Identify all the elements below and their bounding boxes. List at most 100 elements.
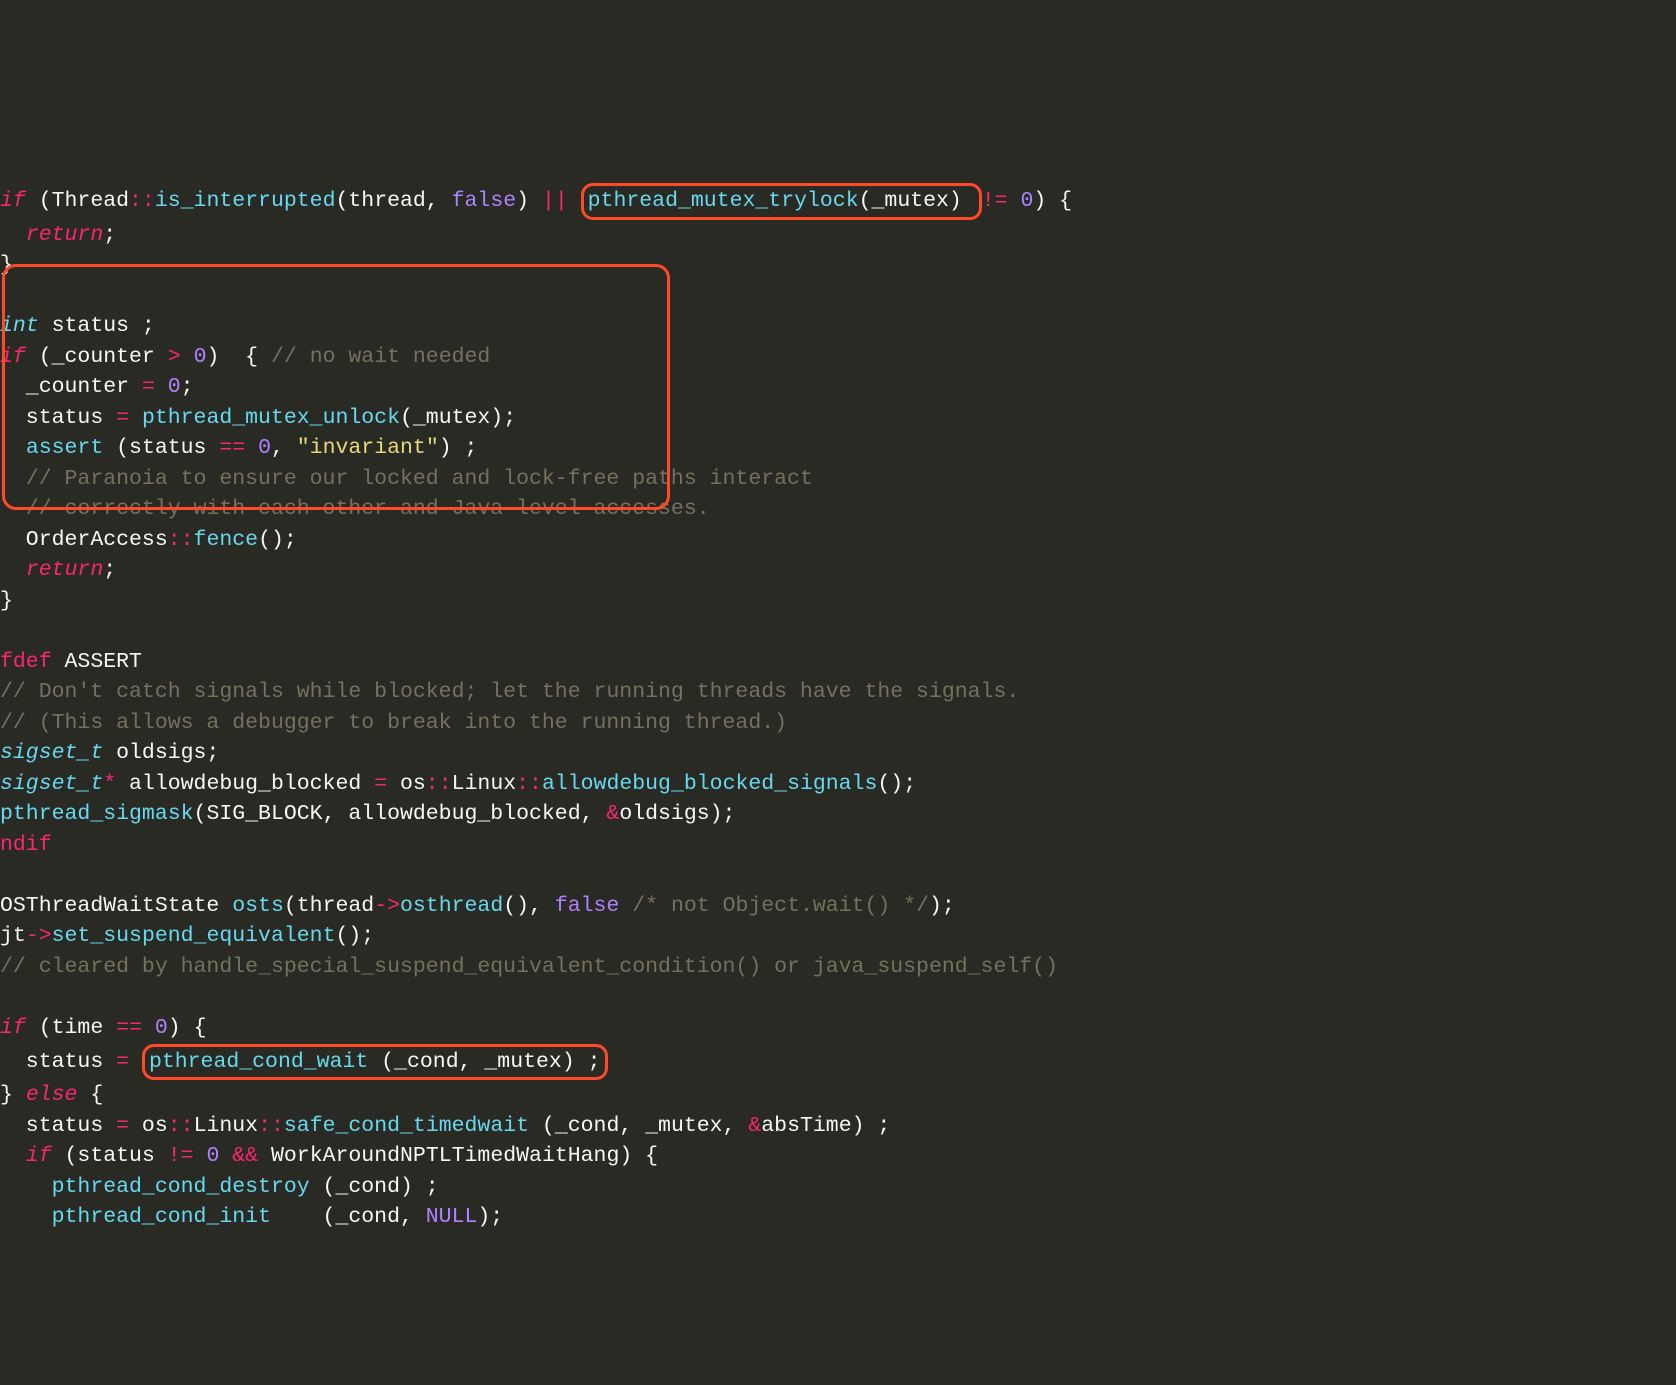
fn-call: pthread_cond_destroy	[52, 1175, 310, 1199]
kw-if: if	[0, 189, 26, 213]
code-text: )	[516, 189, 542, 213]
op: ->	[26, 924, 52, 948]
op: ==	[116, 1016, 142, 1040]
code-text: (SIG_BLOCK, allowdebug_blocked,	[194, 802, 607, 826]
code-editor-view: if (Thread::is_interrupted(thread, false…	[0, 122, 1676, 1233]
code-text: (_cond,	[271, 1205, 426, 1229]
fn-call: allowdebug_blocked_signals	[542, 772, 877, 796]
code-text: ();	[258, 528, 297, 552]
fn-call: pthread_cond_init	[52, 1205, 271, 1229]
kw-if: if	[0, 1016, 26, 1040]
code-text: jt	[0, 924, 26, 948]
code-text	[619, 894, 632, 918]
op: ->	[374, 894, 400, 918]
fn-call: set_suspend_equivalent	[52, 924, 336, 948]
code-text	[0, 1175, 52, 1199]
code-text: (_cond, _mutex) ;	[368, 1050, 600, 1074]
code-text: ();	[335, 924, 374, 948]
code-text: }	[0, 589, 13, 613]
kw-if: if	[26, 1144, 52, 1168]
op: ::	[168, 1114, 194, 1138]
kw-else: else	[26, 1083, 78, 1107]
code-text: (thread	[284, 894, 374, 918]
kw-return: return	[26, 558, 103, 582]
code-text: status	[0, 1114, 116, 1138]
code-text	[0, 558, 26, 582]
fn-call: pthread_sigmask	[0, 802, 194, 826]
op: ::	[168, 528, 194, 552]
num: 0	[206, 1144, 219, 1168]
num: 0	[155, 1016, 168, 1040]
fn-call: is_interrupted	[155, 189, 336, 213]
op: ::	[129, 189, 155, 213]
code-text: (_cond, _mutex,	[529, 1114, 748, 1138]
code-text: (time	[26, 1016, 116, 1040]
code-text: OrderAccess	[0, 528, 168, 552]
code-text: }	[0, 1083, 26, 1107]
code-text: (thread,	[335, 189, 451, 213]
code-text: ) {	[1033, 189, 1072, 213]
code-text: ();	[877, 772, 916, 796]
code-text: );	[477, 1205, 503, 1229]
code-text	[0, 1205, 52, 1229]
fn-call: pthread_cond_wait	[149, 1050, 368, 1074]
op: &&	[232, 1144, 258, 1168]
op: !=	[982, 189, 1008, 213]
kw-return: return	[26, 223, 103, 247]
code-text: ;	[103, 558, 116, 582]
op: ::	[258, 1114, 284, 1138]
code-text: ASSERT	[52, 650, 142, 674]
highlight-box-2	[2, 264, 670, 510]
code-text	[1008, 189, 1021, 213]
code-text: oldsigs);	[619, 802, 735, 826]
null-const: NULL	[426, 1205, 478, 1229]
highlight-box-1: pthread_mutex_trylock(_mutex)	[581, 183, 982, 220]
code-text: (status	[52, 1144, 168, 1168]
code-text: WorkAroundNPTLTimedWaitHang) {	[258, 1144, 658, 1168]
comment: // Don't catch signals while blocked; le…	[0, 680, 1019, 704]
code-text: (Thread	[26, 189, 129, 213]
highlight-box-3: pthread_cond_wait (_cond, _mutex) ;	[142, 1044, 608, 1081]
op: =	[116, 1050, 129, 1074]
fn-call: osthread	[400, 894, 503, 918]
code-text: status	[0, 1050, 116, 1074]
code-text: {	[77, 1083, 103, 1107]
bool: false	[555, 894, 620, 918]
code-text: ;	[103, 223, 116, 247]
preproc: ndif	[0, 833, 52, 857]
code-text: ) {	[168, 1016, 207, 1040]
code-text: os	[129, 1114, 168, 1138]
type: sigset_t	[0, 772, 103, 796]
fn-call: fence	[194, 528, 259, 552]
code-text: oldsigs;	[103, 741, 219, 765]
code-text: absTime) ;	[761, 1114, 890, 1138]
op: !=	[168, 1144, 194, 1168]
code-text	[0, 1144, 26, 1168]
code-text	[129, 1050, 142, 1074]
preproc: fdef	[0, 650, 52, 674]
op: &	[606, 802, 619, 826]
code-text: os	[387, 772, 426, 796]
op: ||	[542, 189, 568, 213]
op: =	[116, 1114, 129, 1138]
code-text: (_cond) ;	[310, 1175, 439, 1199]
num: 0	[1020, 189, 1033, 213]
code-text: (_mutex)	[859, 189, 975, 213]
code-text	[142, 1016, 155, 1040]
fn-call: safe_cond_timedwait	[284, 1114, 529, 1138]
code-text: (),	[503, 894, 555, 918]
type: sigset_t	[0, 741, 103, 765]
code-text: Linux	[452, 772, 517, 796]
code-text: allowdebug_blocked	[116, 772, 374, 796]
code-text	[219, 1144, 232, 1168]
fn-call: osts	[232, 894, 284, 918]
op: ::	[516, 772, 542, 796]
code-text	[194, 1144, 207, 1168]
code-text	[568, 189, 581, 213]
fn-call: pthread_mutex_trylock	[588, 189, 859, 213]
comment: // cleared by handle_special_suspend_equ…	[0, 955, 1058, 979]
bool: false	[452, 189, 517, 213]
code-text: );	[929, 894, 955, 918]
op: &	[748, 1114, 761, 1138]
op: *	[103, 772, 116, 796]
